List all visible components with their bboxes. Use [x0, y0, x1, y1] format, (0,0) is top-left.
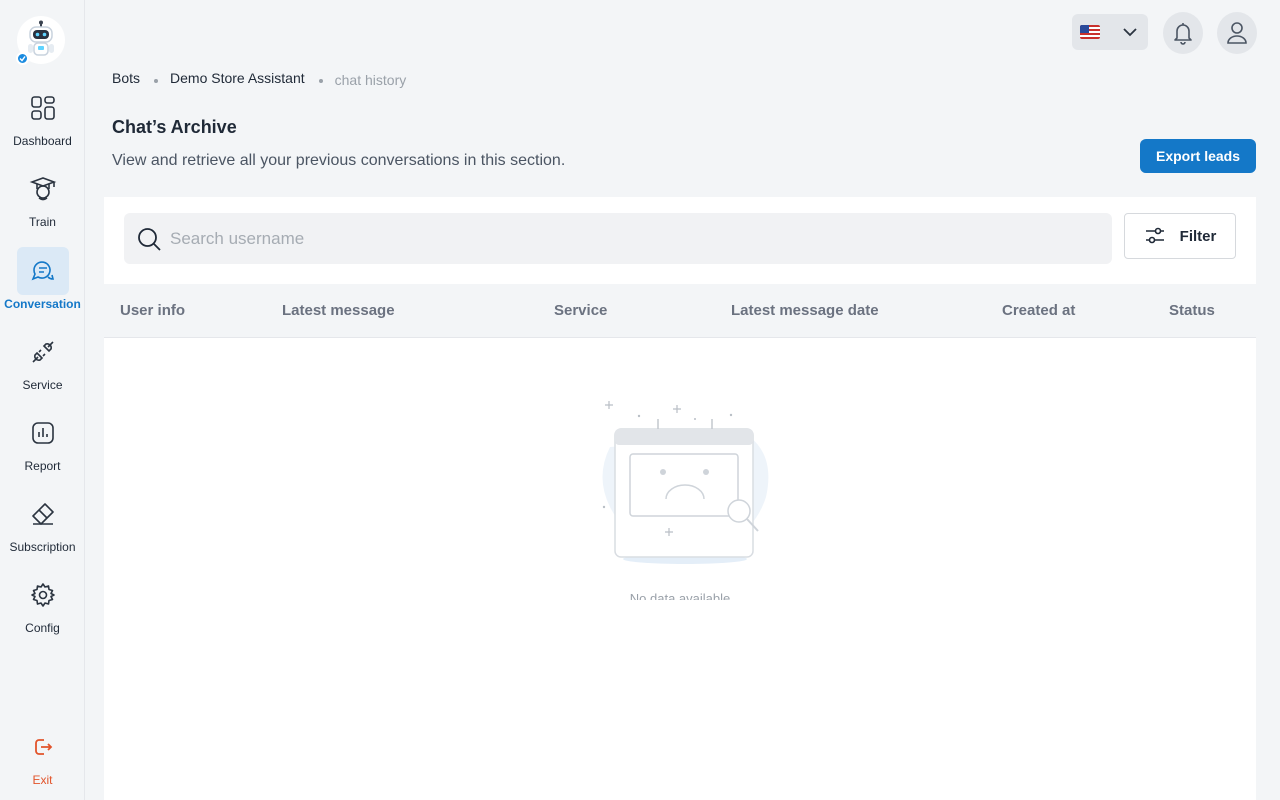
empty-state-illustration	[602, 401, 769, 564]
column-latest-message-date[interactable]: Latest message date	[731, 302, 879, 319]
exit-label: Exit	[32, 773, 53, 787]
breadcrumb-bot-name[interactable]: Demo Store Assistant	[170, 70, 305, 86]
grid-icon	[17, 84, 69, 132]
breadcrumb-bots[interactable]: Bots	[112, 70, 140, 86]
chevron-down-icon	[1123, 28, 1137, 37]
chat-icon	[16, 247, 69, 295]
us-flag-icon	[1080, 25, 1100, 39]
page-title: Chat’s Archive	[112, 117, 237, 137]
nav-label: Train	[29, 215, 56, 229]
search-bar	[124, 213, 1112, 264]
breadcrumb: Bots Demo Store Assistant chat history	[112, 68, 406, 88]
column-user-info[interactable]: User info	[120, 302, 185, 319]
verified-badge-icon	[16, 52, 29, 65]
bell-icon	[1174, 23, 1192, 45]
report-icon	[17, 409, 69, 457]
plug-icon	[17, 328, 69, 376]
nav-item-config[interactable]: Config	[0, 571, 85, 635]
nav-label: Report	[24, 459, 61, 473]
nav-label: Subscription	[9, 540, 76, 554]
filter-button[interactable]: Filter	[1124, 213, 1236, 259]
search-input[interactable]	[170, 228, 1070, 249]
breadcrumb-separator	[154, 79, 159, 83]
nav-item-report[interactable]: Report	[0, 409, 85, 473]
breadcrumb-current: chat history	[334, 72, 407, 88]
nav-item-train[interactable]: Train	[0, 165, 85, 229]
graduation-icon	[17, 165, 69, 213]
language-select[interactable]	[1072, 14, 1148, 50]
column-status[interactable]: Status	[1169, 302, 1215, 319]
nav-label: Service	[22, 378, 63, 392]
gear-icon	[17, 571, 69, 619]
column-service[interactable]: Service	[554, 302, 607, 319]
page-subtitle: View and retrieve all your previous conv…	[112, 152, 566, 169]
conversations-card: Filter User info Latest message Service …	[104, 197, 1256, 800]
nav-item-conversation[interactable]: Conversation	[0, 247, 85, 311]
exit-button[interactable]: Exit	[0, 723, 85, 787]
breadcrumb-separator	[318, 79, 323, 83]
table-header: User info Latest message Service Latest …	[104, 284, 1256, 338]
robot-icon	[28, 20, 54, 56]
nav-item-subscription[interactable]: Subscription	[0, 490, 85, 554]
export-leads-button[interactable]: Export leads	[1140, 139, 1256, 173]
column-latest-message[interactable]: Latest message	[282, 302, 395, 319]
filter-label: Filter	[1179, 227, 1217, 245]
user-icon	[1227, 22, 1247, 44]
nav-item-dashboard[interactable]: Dashboard	[0, 84, 85, 148]
ticket-icon	[17, 490, 69, 538]
sidebar: Dashboard Train Conversation Service Rep…	[0, 0, 85, 800]
notifications-button[interactable]	[1163, 12, 1203, 54]
nav-label: Dashboard	[13, 134, 72, 148]
sliders-icon	[1145, 227, 1164, 244]
empty-state-text: No data available	[629, 592, 731, 600]
nav-item-service[interactable]: Service	[0, 328, 85, 392]
column-created-at[interactable]: Created at	[1002, 302, 1075, 319]
profile-button[interactable]	[1217, 12, 1257, 54]
nav-label: Config	[25, 621, 60, 635]
search-icon	[138, 227, 161, 251]
logout-icon	[17, 723, 69, 771]
nav-label: Conversation	[4, 297, 81, 311]
